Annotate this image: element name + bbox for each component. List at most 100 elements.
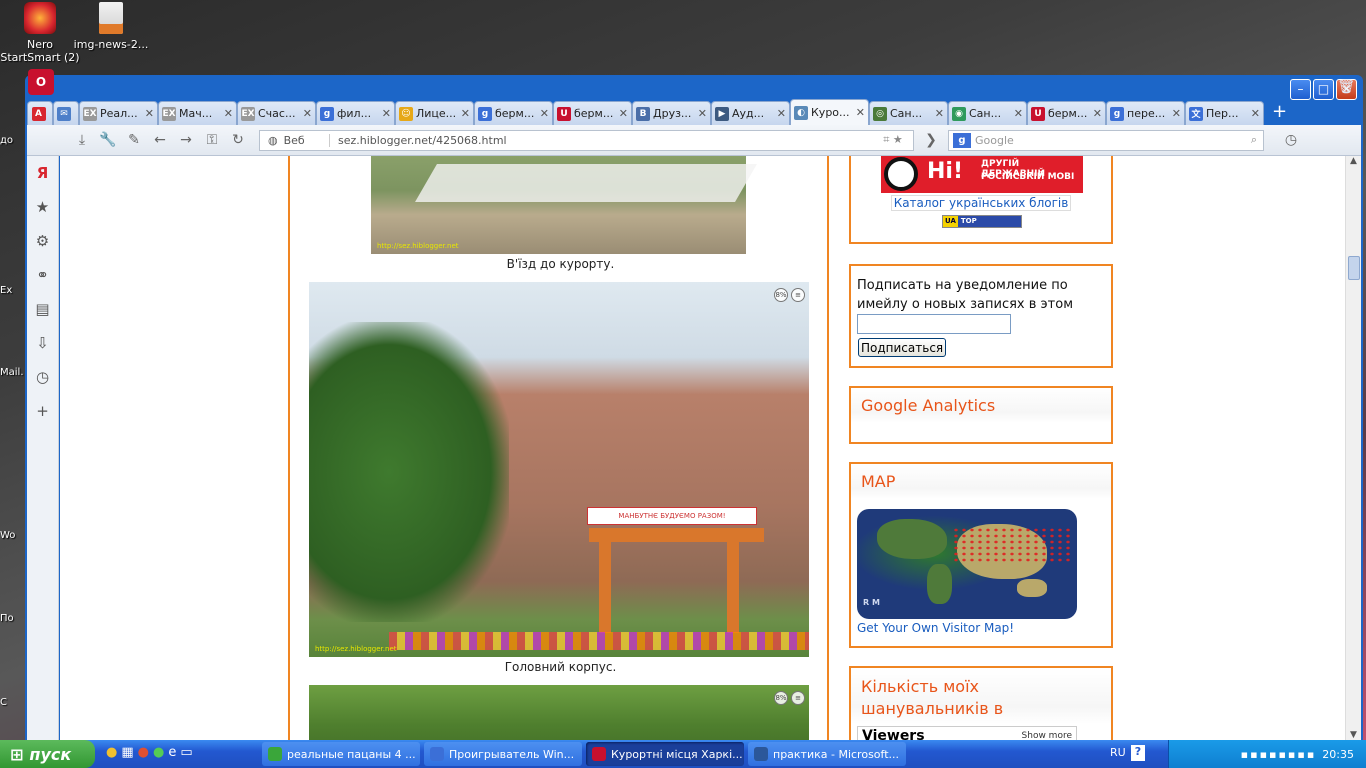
tab-close-icon[interactable]: ✕ (145, 107, 154, 120)
tab-active[interactable]: ◐ Куро... ✕ (790, 99, 869, 125)
catalog-link[interactable]: Каталог українських блогів (891, 195, 1071, 211)
tray-icons[interactable]: ▪▪▪▪▪▪▪▪ (1241, 748, 1317, 761)
rss-bookmark-icons[interactable]: ⌗ ★ (873, 133, 913, 147)
ni-banner[interactable]: Ні! ДРУГІЙ ДЕРЖАВНІЙ РОСІЙСЬКІЙ МОВІ (881, 156, 1083, 193)
tab[interactable]: Uберм... ✕ (553, 101, 632, 125)
history-icon[interactable]: ◷ (1278, 132, 1304, 148)
top-bloggers-badge[interactable]: UA TOP BLOGGERS (942, 215, 1022, 236)
back-icon[interactable]: ← (147, 132, 173, 148)
forward-icon[interactable]: → (173, 132, 199, 148)
tab-close-icon[interactable]: ✕ (777, 107, 786, 120)
quicklaunch-torrent-icon[interactable]: ● (153, 745, 164, 760)
tab[interactable]: EX Мач... ✕ (158, 101, 237, 125)
subscribe-email-input[interactable] (857, 314, 1011, 334)
tab-close-icon[interactable]: ✕ (935, 107, 944, 120)
settings-gear-icon[interactable]: ⚙ (27, 224, 58, 258)
world-map-image[interactable]: R M (857, 509, 1077, 619)
tab[interactable]: ☺ Лице... ✕ (395, 101, 474, 125)
share-icon[interactable]: ⚭ (27, 258, 58, 292)
clock-icon[interactable]: ◷ (27, 360, 58, 394)
tab[interactable]: EX Реал... ✕ (79, 101, 158, 125)
nero-startsmart-icon[interactable]: Nero StartSmart (2) (0, 2, 80, 64)
search-engine-icon[interactable]: g (953, 132, 971, 148)
search-box[interactable]: g Google ⌕ (948, 129, 1264, 151)
tab-close-icon[interactable]: ✕ (1251, 107, 1260, 120)
tab-favicon-icon: ◎ (873, 106, 887, 121)
scroll-up-arrow-icon[interactable]: ▲ (1346, 156, 1361, 166)
downloads-icon[interactable]: ⇩ (27, 326, 58, 360)
scroll-down-arrow-icon[interactable]: ▼ (1346, 730, 1361, 740)
tab-close-icon[interactable]: ✕ (1014, 107, 1023, 120)
tab-close-icon[interactable]: ✕ (698, 107, 707, 120)
tab[interactable]: g фил... ✕ (316, 101, 395, 125)
add-panel-icon[interactable]: + (27, 394, 58, 428)
tab-label: Лице... (416, 107, 457, 120)
tab-close-icon[interactable]: ✕ (224, 107, 233, 120)
help-icon[interactable]: ? (1131, 745, 1145, 761)
tab-close-icon[interactable]: ✕ (1093, 107, 1102, 120)
tab[interactable]: ▶ Ауд... ✕ (711, 101, 790, 125)
taskbar-task-button[interactable]: Курортні місця Харкі... (586, 742, 744, 766)
visitor-map-link[interactable]: Get Your Own Visitor Map! (857, 621, 1014, 635)
address-mode[interactable]: ◍ Веб (260, 133, 330, 147)
tab[interactable]: B Друз... ✕ (632, 101, 711, 125)
tab[interactable]: A (27, 101, 53, 125)
clock[interactable]: 20:35 (1322, 748, 1354, 761)
menu-icon[interactable]: ≡ (791, 691, 805, 705)
tab-close-icon[interactable]: ✕ (856, 106, 865, 119)
tab[interactable]: EX Счас... ✕ (237, 101, 316, 125)
quicklaunch-ie-icon[interactable]: e (168, 745, 176, 760)
address-bar[interactable]: ◍ Веб sez.hiblogger.net/425068.html ⌗ ★ (259, 129, 914, 151)
search-icon[interactable]: ⌕ (1251, 133, 1263, 147)
search-input[interactable]: Google (975, 134, 1251, 147)
zoom-icon[interactable]: 8% (774, 288, 788, 302)
notes-icon[interactable]: ▤ (27, 292, 58, 326)
subscribe-button[interactable]: Подписаться (858, 338, 947, 357)
taskbar-task-button[interactable]: Проигрыватель Win... (424, 742, 582, 766)
quicklaunch-desktop-icon[interactable]: ▭ (180, 745, 192, 760)
save-page-icon[interactable]: ⤓ (69, 132, 95, 148)
yandex-icon[interactable]: Я (27, 156, 58, 190)
zoom-icon[interactable]: 8% (774, 691, 788, 705)
key-icon[interactable]: ⚿ (199, 132, 225, 148)
task-label: Проигрыватель Win... (449, 747, 575, 761)
taskbar-task-button[interactable]: реальные пацаны 4 ... (262, 742, 420, 766)
tab[interactable]: Uберм... ✕ (1027, 101, 1106, 125)
start-button[interactable]: ⊞ пуск (0, 740, 95, 768)
tab[interactable]: 文 Пер... ✕ (1185, 101, 1264, 125)
img-news-file-icon[interactable]: img-news-2... (71, 2, 151, 51)
desktop-icon-label: StartSmart (2) (0, 51, 80, 64)
tab[interactable]: g пере... ✕ (1106, 101, 1185, 125)
tab-close-icon[interactable]: ✕ (303, 107, 312, 120)
tab[interactable]: ◉ Сан... ✕ (948, 101, 1027, 125)
quicklaunch-browser-icon[interactable]: ● (138, 745, 149, 760)
wrench-icon[interactable]: 🔧 (95, 132, 121, 148)
language-indicator[interactable]: RU (1110, 746, 1126, 759)
minimize-button[interactable]: – (1290, 79, 1311, 100)
menu-icon[interactable]: ≡ (791, 288, 805, 302)
scroll-thumb[interactable] (1348, 256, 1360, 280)
tab[interactable]: ◎ Сан... ✕ (869, 101, 948, 125)
reload-icon[interactable]: ↻ (225, 132, 251, 148)
show-more-link[interactable]: Show more (1022, 731, 1072, 740)
taskbar-task-button[interactable]: практика - Microsoft... (748, 742, 906, 766)
tab-close-icon[interactable]: ✕ (540, 107, 549, 120)
vertical-scrollbar[interactable]: ▲ ▼ (1345, 156, 1361, 740)
tab-close-icon[interactable]: ✕ (619, 107, 628, 120)
trash-icon[interactable]: 🗑 (1337, 79, 1355, 95)
opera-logo-icon[interactable]: O (28, 69, 54, 95)
tab[interactable]: ✉ (53, 101, 79, 125)
task-app-icon (754, 747, 768, 761)
new-tab-button[interactable]: + (1272, 101, 1287, 122)
maximize-button[interactable]: □ (1313, 79, 1334, 100)
quicklaunch-media-icon[interactable]: ▦ (121, 745, 133, 760)
tab-close-icon[interactable]: ✕ (1172, 107, 1181, 120)
tab-close-icon[interactable]: ✕ (461, 107, 470, 120)
url-text[interactable]: sez.hiblogger.net/425068.html (330, 134, 873, 147)
quicklaunch-app-icon[interactable]: ● (106, 745, 117, 760)
bookmarks-star-icon[interactable]: ★ (27, 190, 58, 224)
tab[interactable]: g берм... ✕ (474, 101, 553, 125)
chevron-right-icon[interactable]: ❯ (918, 132, 944, 148)
brush-icon[interactable]: ✎ (121, 132, 147, 148)
tab-close-icon[interactable]: ✕ (382, 107, 391, 120)
